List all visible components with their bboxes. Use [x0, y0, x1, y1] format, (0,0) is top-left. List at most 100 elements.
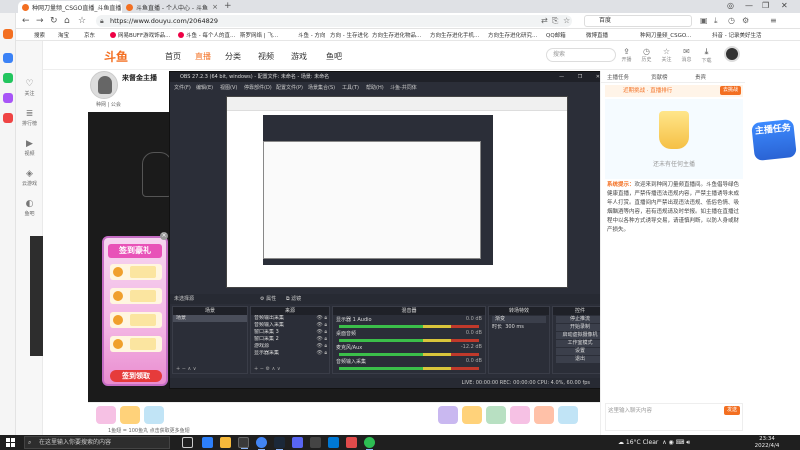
steam-icon[interactable]	[274, 437, 285, 450]
chat-input[interactable]: 这里输入聊天内容 发送	[605, 403, 743, 431]
app-icon[interactable]	[310, 437, 321, 448]
virtual-camera-button[interactable]: 启动虚拟摄像机	[556, 332, 604, 339]
bookmark-item[interactable]: 京东	[84, 31, 95, 39]
bookmark-item[interactable]: 抖音 - 记录美好生活	[712, 31, 761, 39]
gift-icon[interactable]	[462, 406, 482, 424]
minimize-icon[interactable]: —	[745, 1, 753, 10]
taskbar-clock[interactable]: 23:34 2022/4/4	[750, 436, 784, 449]
tab-contribution[interactable]: 贡献榜	[651, 73, 668, 81]
bookmark-item[interactable]: 淘宝	[58, 31, 69, 39]
source-item[interactable]: 窗口采集 2 👁︎ 🔒︎	[251, 336, 329, 343]
promo-close-icon[interactable]: ×	[160, 232, 168, 240]
browser-tab[interactable]: 斗鱼直播 - 个人中心 - 斗鱼 ×	[122, 1, 222, 13]
settings-button[interactable]: 设置	[556, 348, 604, 355]
scene-controls[interactable]: + − ∧ ∨	[173, 366, 196, 373]
obs-menu-item[interactable]: 工具(T)	[342, 84, 359, 91]
reload-icon[interactable]: ↻	[50, 16, 58, 26]
anchor-task-badge[interactable]: 主播任务	[751, 118, 797, 162]
source-item[interactable]: 窗口采集 3 👁︎ 🔒︎	[251, 329, 329, 336]
filters-button[interactable]: ⧉ 滤镜	[286, 294, 301, 304]
obs-preview[interactable]	[226, 96, 568, 288]
system-tray[interactable]: ☁ 16°C Clear ∧ ◉ ⌨ 🔊︎	[618, 435, 690, 450]
share-icon[interactable]: ⎘	[552, 16, 558, 26]
follow-button[interactable]: ☆ 关注	[658, 47, 675, 63]
tray-icons[interactable]: ∧ ◉ ⌨ 🔊︎	[660, 439, 690, 446]
app-icon[interactable]	[3, 93, 13, 103]
edge-icon[interactable]	[202, 437, 213, 448]
source-controls[interactable]: + − ⚙ ∧ ∨	[251, 366, 281, 373]
bookmark-item[interactable]: 搜索	[34, 31, 45, 39]
url-input[interactable]: 🔒︎ https://www.douyu.com/2064829	[96, 15, 572, 27]
bookmark-item[interactable]: 方向生存进化研究...	[488, 31, 537, 39]
properties-button[interactable]: ⚙ 属性	[260, 294, 276, 304]
gift-icon[interactable]	[558, 406, 578, 424]
nav-fishbar[interactable]: 鱼吧	[326, 51, 342, 62]
streamer-avatar[interactable]	[90, 71, 118, 99]
browser-tab-active[interactable]: 种网刀量频_CSGO直播_斗鱼直播 ×	[18, 1, 122, 13]
chrome-icon[interactable]	[256, 437, 267, 450]
gift-icon[interactable]	[534, 406, 554, 424]
task-view-icon[interactable]	[182, 437, 193, 448]
signin-promo-panel[interactable]: × 签到豪礼 签到领取	[102, 232, 168, 386]
obs-menu-item[interactable]: 视图(V)	[220, 84, 237, 91]
favorite-icon[interactable]: ☆	[563, 16, 570, 25]
download-button[interactable]: ⤓ 下载	[698, 47, 715, 64]
bookmark-item[interactable]: 方向 - 生存进化	[330, 31, 368, 39]
app-icon[interactable]	[3, 73, 13, 83]
bookmark-item[interactable]: 方向生存进化物品...	[372, 31, 421, 39]
source-item[interactable]: 游戏源 👁︎ 🔒︎	[251, 343, 329, 350]
bookmark-item[interactable]: 网易BUFF游戏饰品...	[110, 31, 170, 39]
nav-home[interactable]: 首页	[165, 51, 181, 62]
douyu-logo[interactable]: 斗鱼	[104, 48, 128, 65]
app-icon[interactable]	[328, 437, 339, 448]
app-icon[interactable]	[346, 437, 357, 448]
weibo-icon[interactable]	[3, 113, 13, 123]
tab-vip[interactable]: 贵宾	[695, 73, 706, 81]
mixer-channel[interactable]: 桌面音频 0.0 dB	[333, 329, 485, 343]
new-tab-icon[interactable]: +	[224, 1, 232, 11]
start-recording-button[interactable]: 开始录制	[556, 324, 604, 331]
user-avatar[interactable]	[724, 46, 740, 62]
upload-button[interactable]: ⇪ 开播	[618, 47, 635, 63]
bookmark-item[interactable]: 方向生存进化手机...	[430, 31, 479, 39]
translate-icon[interactable]: ⇄	[541, 16, 548, 25]
history-button[interactable]: ◷ 历史	[638, 47, 655, 63]
maximize-icon[interactable]: ❐	[762, 1, 769, 10]
sidebar-collapse-handle[interactable]	[30, 236, 43, 356]
sidebar-item-rank[interactable]: ≣ 排行榜	[16, 109, 43, 127]
taskbar-search-input[interactable]: ⌕ 在这里输入你要搜索的内容	[24, 436, 170, 449]
source-item[interactable]: 音频输入采集 👁︎ 🔒︎	[251, 322, 329, 329]
gift-icon[interactable]	[486, 406, 506, 424]
obs-menu-item[interactable]: 配置文件(P)	[276, 84, 303, 91]
gift-icon[interactable]	[120, 406, 140, 424]
obs-window-controls[interactable]: — ❐ ✕	[559, 72, 606, 82]
app-icon[interactable]	[292, 437, 303, 448]
site-search-input[interactable]: 搜索	[546, 48, 616, 62]
obs-menu-item[interactable]: 编辑(E)	[196, 84, 213, 91]
sidebar-item-cloudgame[interactable]: ◈ 云游戏	[16, 169, 43, 187]
bookmark-item[interactable]: QQ邮箱	[546, 31, 566, 39]
nav-video[interactable]: 视频	[258, 51, 274, 62]
nav-live[interactable]: 直播	[195, 51, 211, 62]
transition-duration[interactable]: 时长 300 ms	[489, 324, 549, 331]
sidebar-item-fishbar[interactable]: ◐ 鱼吧	[16, 199, 43, 217]
search-engine-box[interactable]: 百度	[584, 15, 692, 27]
challenge-button[interactable]: 去挑战	[719, 86, 741, 95]
obs-menu-item[interactable]: 场景集合(S)	[308, 84, 335, 91]
send-button[interactable]: 发送	[723, 406, 740, 415]
sidebar-item-video[interactable]: ▶ 视频	[16, 139, 43, 157]
mixer-channel[interactable]: 音频输入采集 0.0 dB	[333, 357, 485, 371]
promo-claim-button[interactable]: 签到领取	[110, 370, 162, 382]
bookmark-item[interactable]: 微博直播	[586, 31, 608, 39]
message-button[interactable]: ✉ 消息	[678, 47, 695, 63]
challenge-banner[interactable]: 近期挑战 · 直播排行 去挑战	[605, 85, 743, 97]
gift-icon[interactable]	[96, 406, 116, 424]
gift-icon[interactable]	[144, 406, 164, 424]
bookmark-star-icon[interactable]: ☆	[78, 16, 86, 26]
history-icon[interactable]: ◷	[728, 16, 735, 25]
file-explorer-icon[interactable]	[220, 437, 231, 448]
mixer-channel[interactable]: 麦克风/Aux -12.2 dB	[333, 343, 485, 357]
nav-category[interactable]: 分类	[225, 51, 241, 62]
menu-icon[interactable]: ≡	[770, 16, 777, 25]
bookmark-item[interactable]: 斗鱼 - 方向	[298, 31, 325, 39]
